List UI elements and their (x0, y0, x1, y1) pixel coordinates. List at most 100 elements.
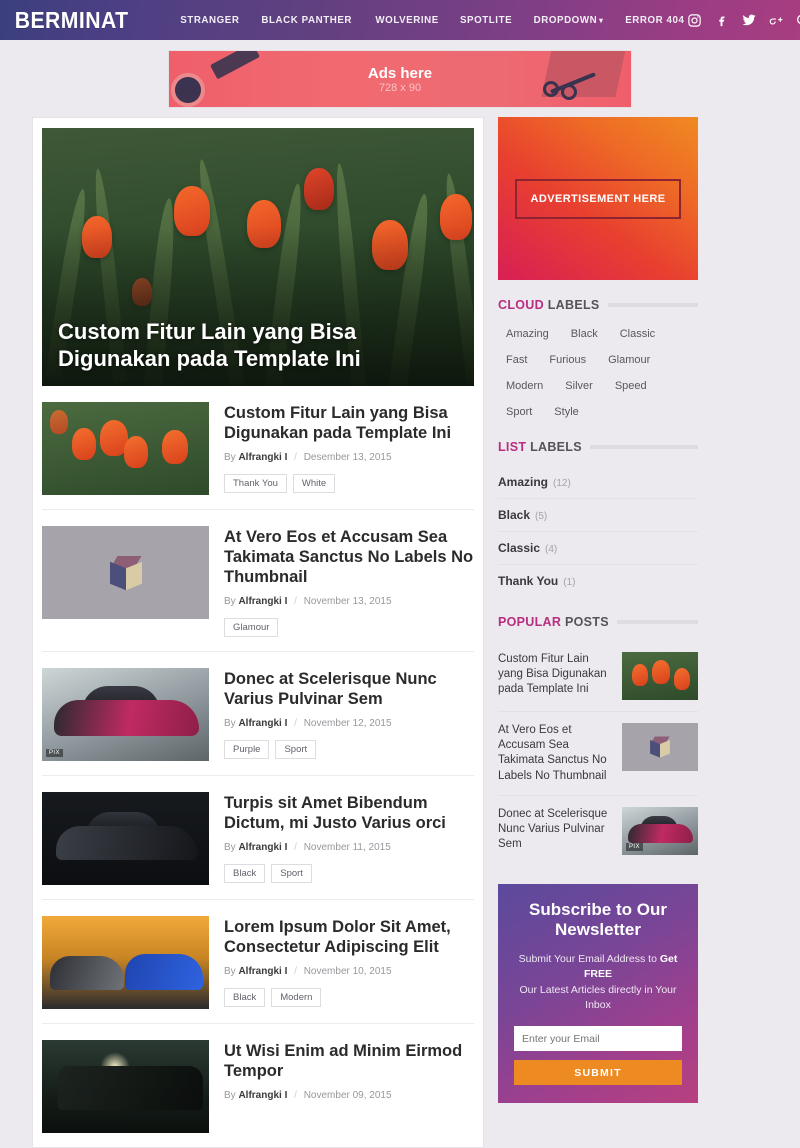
top-ad-banner[interactable]: Ads here 728 x 90 (168, 50, 632, 108)
list-label-name: Black (498, 508, 531, 522)
featured-post[interactable]: Custom Fitur Lain yang Bisa Digunakan pa… (42, 128, 474, 386)
post-author[interactable]: Alfrangki I (238, 718, 287, 729)
post-title[interactable]: Custom Fitur Lain yang Bisa Digunakan pa… (224, 403, 474, 443)
featured-post-title[interactable]: Custom Fitur Lain yang Bisa Digunakan pa… (58, 319, 454, 372)
nav-label: BLACK PANTHER (261, 14, 353, 26)
widget-header: LIST LABELS (498, 440, 698, 454)
list-label-classic[interactable]: Classic (4) (498, 532, 698, 565)
widget-title: POPULAR POSTS (498, 615, 609, 629)
facebook-icon[interactable] (714, 12, 730, 28)
cloud-label-amazing[interactable]: Amazing (498, 324, 557, 344)
list-label-black[interactable]: Black (5) (498, 499, 698, 532)
post-by-label: By (224, 966, 236, 978)
header-social-links (687, 12, 800, 28)
sidebar-ad-banner[interactable]: ADVERTISEMENT HERE (498, 117, 698, 280)
post-author[interactable]: Alfrangki I (238, 842, 287, 853)
top-ad-region: Ads here 728 x 90 (0, 40, 800, 117)
post-tag[interactable]: Black (224, 864, 266, 883)
google-plus-icon[interactable] (768, 12, 784, 28)
post-tag[interactable]: Modern (271, 988, 322, 1007)
cloud-label-style[interactable]: Style (546, 402, 587, 422)
post-tags: Purple Sport (224, 740, 474, 759)
nav-item-error-404[interactable]: ERROR 404 (625, 14, 684, 26)
post-list-item: At Vero Eos et Accusam Sea Takimata Sanc… (42, 510, 474, 652)
post-thumbnail[interactable] (42, 526, 209, 619)
popular-post-title: Donec at Scelerisque Nunc Varius Pulvina… (498, 807, 608, 851)
main-navigation: STRANGER BLACK PANTHER WOLVERINE SPOTLIT… (178, 14, 687, 26)
cube-icon (649, 736, 670, 758)
post-tag[interactable]: Black (224, 988, 266, 1007)
newsletter-submit-button[interactable]: SUBMIT (514, 1060, 682, 1086)
popular-post-title: Custom Fitur Lain yang Bisa Digunakan pa… (498, 653, 607, 696)
cloud-label-glamour[interactable]: Glamour (600, 350, 659, 370)
post-tag[interactable]: Sport (271, 864, 312, 883)
sidebar: ADVERTISEMENT HERE CLOUD LABELS Amazing … (498, 117, 698, 1121)
post-thumbnail[interactable] (42, 402, 209, 495)
popular-post-item[interactable]: At Vero Eos et Accusam Sea Takimata Sanc… (498, 712, 698, 796)
nav-item-stranger[interactable]: STRANGER (180, 14, 239, 26)
sidebar-ad-label: ADVERTISEMENT HERE (514, 178, 682, 219)
search-icon[interactable] (795, 12, 800, 28)
list-label-name: Thank You (498, 574, 559, 588)
post-tag[interactable]: Thank You (224, 474, 287, 493)
post-author[interactable]: Alfrangki I (238, 596, 287, 607)
cloud-label-silver[interactable]: Silver (557, 376, 601, 396)
post-date: November 09, 2015 (303, 1090, 392, 1102)
post-thumbnail[interactable] (42, 915, 209, 1009)
popular-post-thumbnail: PIX (622, 806, 698, 855)
tulips-image (622, 652, 698, 700)
cloud-label-fast[interactable]: Fast (498, 350, 536, 370)
cloud-label-black[interactable]: Black (562, 324, 606, 344)
popular-post-item[interactable]: Donec at Scelerisque Nunc Varius Pulvina… (498, 796, 698, 866)
post-title[interactable]: Turpis sit Amet Bibendum Dictum, mi Just… (224, 793, 474, 833)
meta-separator: / (294, 452, 297, 464)
post-title[interactable]: At Vero Eos et Accusam Sea Takimata Sanc… (224, 527, 474, 587)
nav-item-wolverine[interactable]: WOLVERINE (375, 14, 438, 26)
post-body: Donec at Scelerisque Nunc Varius Pulvina… (224, 668, 474, 759)
widget-rule (616, 620, 698, 624)
post-meta: By Alfrangki I / November 12, 2015 (224, 718, 474, 729)
list-labels-widget: LIST LABELS Amazing (12) Black (5) Class… (498, 440, 698, 597)
cloud-label-sport[interactable]: Sport (498, 402, 541, 422)
cloud-label-modern[interactable]: Modern (498, 376, 552, 396)
post-title[interactable]: Donec at Scelerisque Nunc Varius Pulvina… (224, 669, 474, 709)
list-label-amazing[interactable]: Amazing (12) (498, 466, 698, 499)
nav-item-dropdown[interactable]: DROPDOWN ▾ (534, 14, 604, 26)
site-logo[interactable]: BERMINAT (0, 7, 128, 34)
nav-item-spotlite[interactable]: SPOTLITE (460, 14, 512, 26)
glasses-right-icon (561, 84, 577, 100)
post-author[interactable]: Alfrangki I (238, 452, 287, 463)
post-tag[interactable]: Purple (224, 740, 270, 759)
post-author[interactable]: Alfrangki I (238, 1090, 287, 1101)
post-thumbnail[interactable] (42, 1039, 209, 1133)
post-author[interactable]: Alfrangki I (238, 966, 287, 977)
post-body: At Vero Eos et Accusam Sea Takimata Sanc… (224, 526, 474, 637)
watermark: PIX (626, 842, 643, 851)
post-title[interactable]: Ut Wisi Enim ad Minim Eirmod Tempor (224, 1041, 474, 1081)
cloud-label-furious[interactable]: Furious (541, 350, 595, 370)
cloud-label-speed[interactable]: Speed (606, 376, 655, 396)
list-label-thank-you[interactable]: Thank You (1) (498, 565, 698, 597)
post-title[interactable]: Lorem Ipsum Dolor Sit Amet, Consectetur … (224, 917, 474, 957)
popular-post-title: At Vero Eos et Accusam Sea Takimata Sanc… (498, 724, 607, 782)
cloud-label-classic[interactable]: Classic (611, 324, 664, 344)
post-meta: By Alfrangki I / Desember 13, 2015 (224, 452, 474, 463)
post-thumbnail[interactable]: PIX (42, 667, 209, 761)
post-tag[interactable]: Sport (275, 740, 317, 759)
tulips-image (42, 402, 209, 495)
newsletter-title: Subscribe to Our Newsletter (529, 899, 667, 940)
nav-label: DROPDOWN (533, 14, 598, 26)
instagram-icon[interactable] (687, 12, 703, 28)
top-ad-title: Ads here (367, 64, 433, 82)
popular-post-item[interactable]: Custom Fitur Lain yang Bisa Digunakan pa… (498, 641, 698, 712)
post-body: Ut Wisi Enim ad Minim Eirmod Tempor By A… (224, 1040, 474, 1112)
newsletter-email-input[interactable] (514, 1026, 682, 1052)
post-tag[interactable]: White (292, 474, 336, 493)
post-list-item: PIX Donec at Scelerisque Nunc Varius Pul… (42, 652, 474, 776)
cloud-labels-widget: CLOUD LABELS Amazing Black Classic Fast … (498, 298, 698, 422)
post-thumbnail[interactable] (42, 791, 209, 885)
nav-item-black-panther[interactable]: BLACK PANTHER (262, 14, 353, 26)
twitter-icon[interactable] (741, 12, 757, 28)
post-tag[interactable]: Glamour (224, 618, 279, 637)
post-list-item: Custom Fitur Lain yang Bisa Digunakan pa… (42, 386, 474, 510)
